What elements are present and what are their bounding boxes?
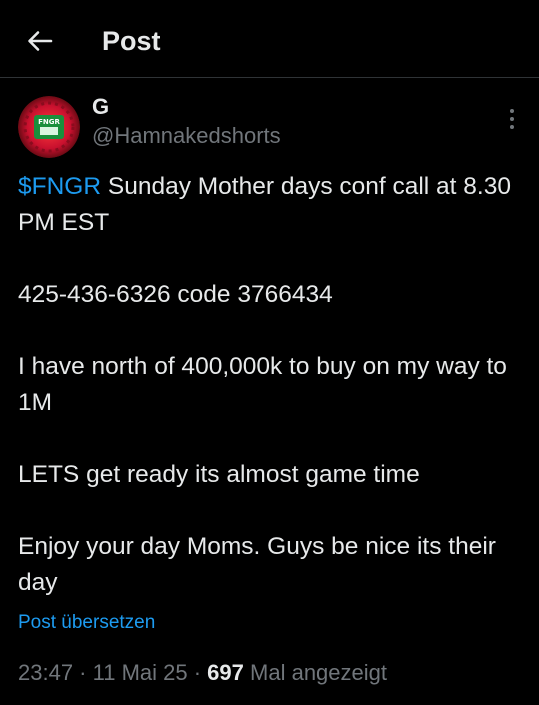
meta-separator: ·: [187, 660, 208, 685]
avatar-image: FNGR: [18, 96, 80, 158]
post-text: $FNGR Sunday Mother days conf call at 8.…: [18, 169, 523, 601]
page-title: Post: [102, 26, 161, 56]
views-label[interactable]: Mal angezeigt: [250, 660, 387, 685]
top-bar: Post: [0, 0, 539, 78]
translate-post-link[interactable]: Post übersetzen: [18, 611, 155, 635]
author-handle[interactable]: @Hamnakedshorts: [92, 122, 281, 150]
cashtag-link[interactable]: $FNGR: [18, 173, 101, 200]
avatar[interactable]: FNGR: [18, 96, 80, 158]
views-count[interactable]: 697: [207, 660, 244, 685]
more-vertical-icon: [510, 109, 514, 129]
post-paragraph: $FNGR Sunday Mother days conf call at 8.…: [18, 169, 523, 241]
post-time[interactable]: 23:47: [18, 660, 73, 685]
meta-separator: ·: [73, 660, 93, 685]
author-name[interactable]: G: [92, 93, 109, 121]
arrow-left-icon: [28, 31, 53, 51]
post-paragraph: 425-436-6326 code 3766434: [18, 281, 333, 308]
post-date[interactable]: 11 Mai 25: [93, 660, 188, 685]
more-button[interactable]: [496, 103, 528, 135]
svg-text:FNGR: FNGR: [38, 118, 60, 126]
post-paragraph: LETS get ready its almost game time: [18, 461, 420, 488]
post-paragraph: Enjoy your day Moms. Guys be nice its th…: [18, 533, 496, 596]
post-meta: 23:47 · 11 Mai 25 · 697 Mal angezeigt: [18, 659, 387, 687]
post-paragraph: I have north of 400,000k to buy on my wa…: [18, 353, 507, 416]
back-button[interactable]: [20, 24, 60, 58]
